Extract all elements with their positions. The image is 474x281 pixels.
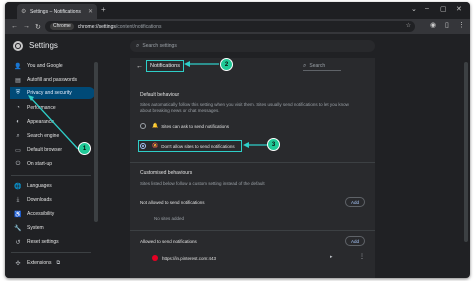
arrow-3-head: [243, 142, 249, 148]
callout-2: 2: [220, 58, 233, 71]
callout-3: 3: [267, 138, 280, 151]
callout-1: 1: [78, 142, 91, 155]
browser-window: ⚙ Settings – Notifications ✕ + ⌄ – ▢ ✕ ←…: [5, 2, 470, 278]
annotation-arrows: [28, 61, 267, 150]
arrow-2-head: [184, 61, 190, 67]
arrow-1-line: [29, 96, 79, 150]
